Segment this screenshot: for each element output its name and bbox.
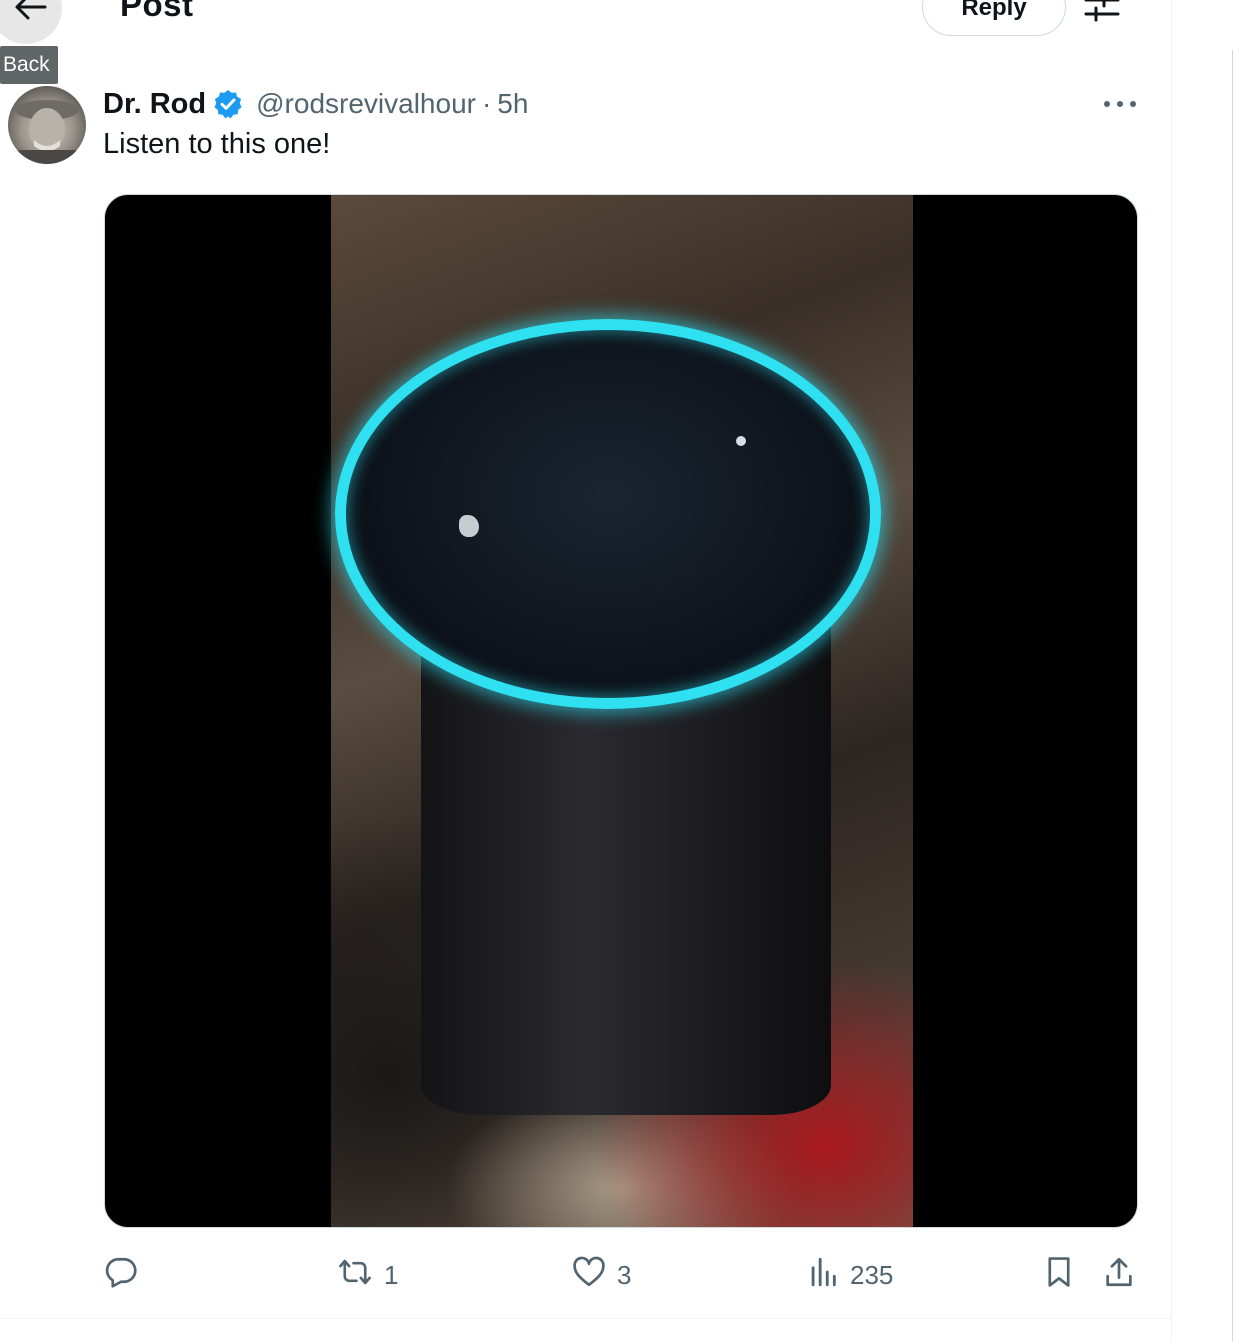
post-header: Back Post Reply — [0, 0, 1171, 84]
more-horizontal-icon[interactable] — [1100, 92, 1140, 121]
post-video[interactable] — [104, 194, 1138, 1228]
reply-action[interactable] — [103, 1252, 149, 1298]
speaker-button-dot — [736, 436, 746, 446]
like-count: 3 — [617, 1259, 632, 1290]
right-column — [1172, 0, 1234, 1342]
post-text: Listen to this one! — [103, 128, 331, 160]
page-title: Post — [120, 0, 194, 23]
heart-icon — [571, 1254, 607, 1297]
comment-icon — [103, 1254, 139, 1297]
bookmark-action[interactable] — [1042, 1252, 1076, 1298]
author-handle[interactable]: @rodsrevivalhour — [256, 88, 476, 120]
repost-action[interactable]: 1 — [336, 1252, 398, 1298]
right-column-border — [1232, 50, 1233, 1342]
post-page: Back Post Reply Dr. Rod @rodsrevivalhour… — [0, 0, 1234, 1342]
author-row: Dr. Rod @rodsrevivalhour · 5h — [103, 84, 528, 124]
back-button[interactable] — [0, 0, 62, 44]
separator: · — [481, 88, 492, 119]
reply-button[interactable]: Reply — [922, 0, 1066, 36]
action-bar: 1 3 235 — [0, 1252, 1171, 1298]
arrow-left-icon — [4, 0, 48, 44]
share-upload-icon — [1102, 1254, 1136, 1297]
share-action[interactable] — [1102, 1252, 1136, 1298]
speaker-button-dot — [459, 515, 479, 537]
repost-count: 1 — [384, 1259, 399, 1290]
post-time[interactable]: 5h — [497, 88, 528, 120]
view-count: 235 — [850, 1259, 894, 1290]
verified-badge-icon[interactable] — [212, 88, 244, 120]
like-action[interactable]: 3 — [571, 1252, 631, 1298]
analytics-bars-icon — [806, 1254, 840, 1297]
repost-icon — [336, 1254, 374, 1297]
video-frame — [331, 195, 913, 1227]
divider — [0, 1318, 1171, 1319]
views-action[interactable]: 235 — [806, 1252, 893, 1298]
smart-speaker-light-ring — [335, 319, 881, 709]
avatar[interactable] — [8, 86, 86, 164]
author-name[interactable]: Dr. Rod — [103, 88, 206, 121]
back-tooltip: Back — [0, 46, 58, 84]
sliders-icon[interactable] — [1084, 0, 1120, 29]
bookmark-icon — [1042, 1254, 1076, 1297]
